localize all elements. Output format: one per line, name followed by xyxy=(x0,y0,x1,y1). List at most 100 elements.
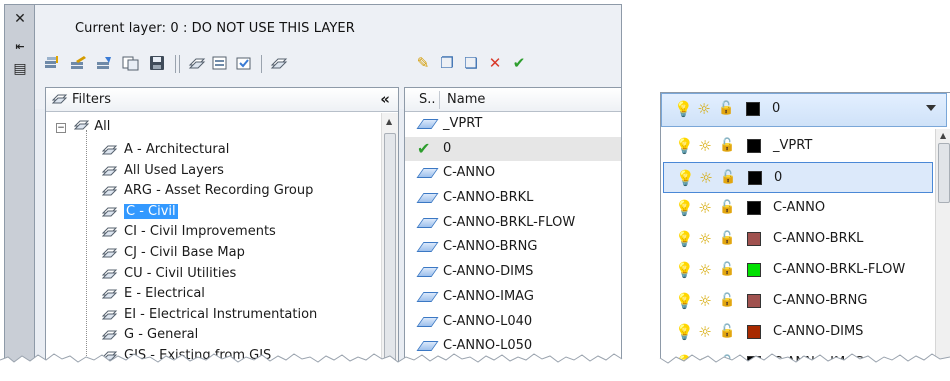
color-swatch[interactable] xyxy=(747,263,761,277)
properties-icon[interactable]: ▤ xyxy=(11,61,29,77)
sun-icon[interactable]: ☼ xyxy=(696,101,712,117)
lightbulb-icon[interactable]: 💡 xyxy=(675,355,694,371)
tree-item[interactable]: CJ - Civil Base Map xyxy=(101,243,382,264)
sun-icon[interactable]: ☼ xyxy=(697,324,713,340)
unlock-icon[interactable]: 🔓 xyxy=(719,200,735,216)
dropdown-row[interactable]: 💡 ☼ 🔓 C-ANNO-DIMS xyxy=(663,317,933,348)
sun-icon[interactable]: ☼ xyxy=(698,170,714,186)
unlock-icon[interactable]: 🔓 xyxy=(719,355,735,371)
tree-item[interactable]: EI - Electrical Instrumentation xyxy=(101,305,382,326)
color-swatch[interactable] xyxy=(747,325,761,339)
tree-item[interactable]: E - Electrical xyxy=(101,284,382,305)
layer-dropdown[interactable]: 💡 ☼ 🔓 0 💡 ☼ 🔓 _VPRT 💡 ☼ 🔓 0 💡 ☼ 🔓 C-ANNO 💡 ☼ 🔓 C-ANNO-B… xyxy=(660,92,950,381)
color-swatch[interactable] xyxy=(747,139,761,153)
tree-collapse-icon[interactable]: − xyxy=(56,123,66,133)
column-divider[interactable] xyxy=(439,91,440,109)
layer-combo-box[interactable]: 💡 ☼ 🔓 0 xyxy=(661,93,947,127)
color-swatch[interactable] xyxy=(747,294,761,308)
column-name[interactable]: Name xyxy=(447,92,485,107)
lightbulb-icon[interactable]: 💡 xyxy=(675,200,694,216)
color-swatch[interactable] xyxy=(747,201,761,215)
tree-item[interactable]: GIS - Existing from GIS xyxy=(101,346,382,367)
lightbulb-icon[interactable]: 💡 xyxy=(676,170,695,186)
color-swatch[interactable] xyxy=(747,232,761,246)
color-swatch[interactable] xyxy=(746,102,760,116)
tree-item-label: C - Civil xyxy=(124,203,178,219)
layer-merge-icon[interactable]: ❏ xyxy=(461,53,481,73)
unlock-icon[interactable]: 🔓 xyxy=(718,101,734,117)
new-layer-vp-frozen-icon[interactable]: ❐ xyxy=(437,53,457,73)
filter-tree-icon[interactable] xyxy=(187,53,207,73)
dropdown-row[interactable]: 💡 ☼ 🔓 C-ANNO-IMAG xyxy=(663,348,933,379)
scrollbar-thumb[interactable] xyxy=(384,133,396,373)
color-swatch[interactable] xyxy=(748,171,762,185)
tree-item[interactable]: ARG - Asset Recording Group xyxy=(101,181,382,202)
new-layer-icon[interactable]: ✎ xyxy=(413,53,433,73)
new-group-filter-icon[interactable] xyxy=(69,53,89,73)
tree-item[interactable]: CU - Civil Utilities xyxy=(101,264,382,285)
layer-states-manager-icon[interactable] xyxy=(95,53,115,73)
dropdown-row[interactable]: 💡 ☼ 🔓 C-ANNO xyxy=(663,193,933,224)
layer-row-current[interactable]: ✔ 0 xyxy=(405,136,621,162)
lightbulb-icon[interactable]: 💡 xyxy=(675,293,694,309)
lightbulb-icon[interactable]: 💡 xyxy=(675,262,694,278)
tree-connector xyxy=(86,130,102,380)
dropdown-row[interactable]: 💡 ☼ 🔓 C-ANNO-BRKL-FLOW xyxy=(663,255,933,286)
sun-icon[interactable]: ☼ xyxy=(697,231,713,247)
unlock-icon[interactable]: 🔓 xyxy=(719,231,735,247)
layer-row[interactable]: C-ANNO-BRNG xyxy=(405,235,621,260)
copy-icon[interactable] xyxy=(121,53,141,73)
layer-properties-icon[interactable] xyxy=(211,53,231,73)
delete-layer-icon[interactable]: ✕ xyxy=(485,53,505,73)
layer-row[interactable]: C-ANNO-BRKL xyxy=(405,186,621,211)
save-icon[interactable] xyxy=(147,53,167,73)
autohide-icon[interactable]: ⇤ xyxy=(11,39,29,55)
tree-item[interactable]: G - General xyxy=(101,325,382,346)
filters-scrollbar[interactable]: ▲ xyxy=(381,113,398,380)
dropdown-row[interactable]: 💡 ☼ 🔓 C-ANNO-BRKL xyxy=(663,224,933,255)
lightbulb-icon[interactable]: 💡 xyxy=(675,231,694,247)
dropdown-row-selected[interactable]: 💡 ☼ 🔓 0 xyxy=(663,162,933,193)
layer-row[interactable]: _VPRT xyxy=(405,112,621,137)
layer-row[interactable]: C-ANNO xyxy=(405,161,621,186)
unlock-icon[interactable]: 🔓 xyxy=(719,293,735,309)
set-current-icon[interactable]: ✔ xyxy=(509,53,529,73)
layer-row[interactable]: C-ANNO-IMAG xyxy=(405,285,621,310)
close-icon[interactable]: ✕ xyxy=(11,11,29,27)
color-swatch[interactable] xyxy=(747,356,761,370)
layer-row[interactable]: C-ANNO-L050 xyxy=(405,334,621,359)
tree-item[interactable]: A - Architectural xyxy=(101,140,382,161)
unlock-icon[interactable]: 🔓 xyxy=(719,324,735,340)
unlock-icon[interactable]: 🔓 xyxy=(719,262,735,278)
scroll-up-icon[interactable]: ▲ xyxy=(386,117,392,126)
tree-item-selected[interactable]: C - Civil xyxy=(101,202,382,223)
new-property-filter-icon[interactable] xyxy=(43,53,63,73)
tree-item-all[interactable]: − All xyxy=(56,118,110,138)
layer-filter-icon[interactable] xyxy=(269,53,289,73)
tree-item[interactable]: All Used Layers xyxy=(101,161,382,182)
scroll-up-icon[interactable]: ▲ xyxy=(940,131,946,140)
dropdown-row[interactable]: 💡 ☼ 🔓 _VPRT xyxy=(663,131,933,162)
layer-row[interactable]: C-ANNO-DIMS xyxy=(405,260,621,285)
column-status[interactable]: S.. xyxy=(419,92,436,107)
layer-row[interactable]: C-ANNO-L060 xyxy=(405,359,621,380)
sun-icon[interactable]: ☼ xyxy=(697,262,713,278)
dropdown-row[interactable]: 💡 ☼ 🔓 C-ANNO-BRNG xyxy=(663,286,933,317)
tree-item[interactable]: CI - Civil Improvements xyxy=(101,222,382,243)
unlock-icon[interactable]: 🔓 xyxy=(719,138,735,154)
sun-icon[interactable]: ☼ xyxy=(697,138,713,154)
sun-icon[interactable]: ☼ xyxy=(697,293,713,309)
scrollbar-thumb[interactable] xyxy=(938,143,950,203)
unlock-icon[interactable]: 🔓 xyxy=(720,170,736,186)
sun-icon[interactable]: ☼ xyxy=(697,200,713,216)
dropdown-scrollbar[interactable]: ▲ xyxy=(935,129,950,380)
layer-row[interactable]: C-ANNO-L040 xyxy=(405,310,621,335)
chevron-down-icon[interactable] xyxy=(926,105,936,111)
lightbulb-icon[interactable]: 💡 xyxy=(674,101,693,117)
lightbulb-icon[interactable]: 💡 xyxy=(675,138,694,154)
lightbulb-icon[interactable]: 💡 xyxy=(675,324,694,340)
layer-settings-icon[interactable] xyxy=(235,53,255,73)
sun-icon[interactable]: ☼ xyxy=(697,355,713,371)
layer-row[interactable]: C-ANNO-BRKL-FLOW xyxy=(405,211,621,236)
collapse-filters-button[interactable]: « xyxy=(380,90,390,108)
